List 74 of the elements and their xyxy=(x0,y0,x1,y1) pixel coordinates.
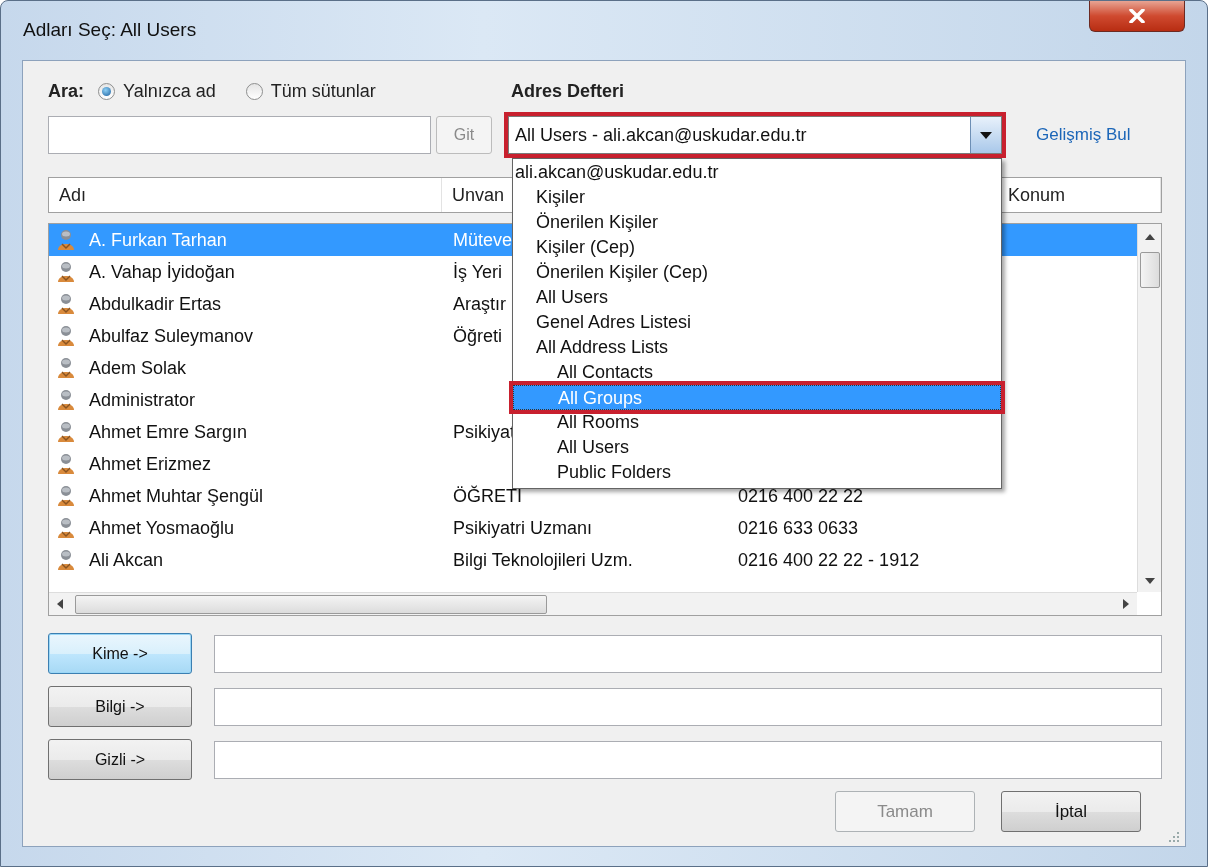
dropdown-option[interactable]: All Contacts xyxy=(513,360,1001,385)
resize-grip-icon[interactable] xyxy=(1169,832,1179,842)
contact-phone: 0216 400 22 22 - 1912 xyxy=(738,549,920,570)
dropdown-option[interactable]: Genel Adres Listesi xyxy=(513,310,1001,335)
vertical-scrollbar[interactable] xyxy=(1137,224,1161,592)
contact-name[interactable]: Administrator xyxy=(89,389,196,411)
advanced-find-link[interactable]: Gelişmiş Bul xyxy=(1036,116,1131,154)
recipient-field[interactable] xyxy=(214,634,1162,673)
dropdown-option[interactable]: Public Folders xyxy=(513,460,1001,485)
recipient-button[interactable]: Kime -> xyxy=(48,633,192,674)
scroll-up-icon[interactable] xyxy=(1144,234,1155,240)
contact-title: Araştır xyxy=(453,293,506,314)
scroll-left-icon[interactable] xyxy=(57,599,63,609)
recipient-field[interactable] xyxy=(214,740,1162,779)
person-icon xyxy=(57,485,75,507)
scrollbar-thumb[interactable] xyxy=(1139,252,1160,288)
dropdown-option[interactable]: ali.akcan@uskudar.edu.tr xyxy=(513,160,1001,185)
dropdown-option[interactable]: Önerilen Kişiler (Cep) xyxy=(513,260,1001,285)
contact-phone: 0216 633 0633 xyxy=(738,517,859,538)
search-label: Ara: xyxy=(48,80,84,102)
scroll-right-icon[interactable] xyxy=(1123,599,1129,609)
person-icon xyxy=(57,389,75,411)
dialog-button[interactable]: İptal xyxy=(1001,791,1141,832)
person-icon xyxy=(57,261,75,283)
close-icon xyxy=(1129,9,1145,23)
recipient-field[interactable] xyxy=(214,687,1162,726)
contact-name[interactable]: Ahmet Emre Sargın xyxy=(89,421,248,443)
dropdown-arrow-icon xyxy=(980,131,992,139)
contact-name[interactable]: Ali Akcan xyxy=(89,549,164,571)
person-icon xyxy=(57,453,75,475)
column-heading[interactable]: Konum xyxy=(1008,184,1066,206)
dropdown-option[interactable]: Kişiler (Cep) xyxy=(513,235,1001,260)
contact-name[interactable]: Abdulkadir Ertas xyxy=(89,293,222,315)
contact-title: Öğreti xyxy=(453,325,503,346)
dropdown-option[interactable]: Önerilen Kişiler xyxy=(513,210,1001,235)
contact-name[interactable]: Ahmet Yosmaoğlu xyxy=(89,517,235,539)
dropdown-option[interactable]: All Rooms xyxy=(513,410,1001,435)
dropdown-option[interactable]: All Users xyxy=(513,285,1001,310)
close-button[interactable] xyxy=(1089,1,1185,32)
dropdown-option[interactable]: All Address Lists xyxy=(513,335,1001,360)
person-icon xyxy=(57,549,75,571)
person-icon xyxy=(57,325,75,347)
address-book-label: Adres Defteri xyxy=(510,80,626,103)
column-heading[interactable]: Unvan xyxy=(452,184,505,206)
contact-name[interactable]: Ahmet Muhtar Şengül xyxy=(89,485,264,507)
radio-button[interactable] xyxy=(245,82,263,100)
person-icon xyxy=(57,229,75,251)
window-title: Adları Seç: All Users xyxy=(23,19,197,41)
column-heading[interactable]: Adı xyxy=(59,184,87,206)
person-icon xyxy=(57,517,75,539)
dropdown-option[interactable]: Kişiler xyxy=(513,185,1001,210)
radio-button[interactable] xyxy=(98,82,115,100)
scroll-down-icon[interactable] xyxy=(1144,578,1155,584)
contact-name[interactable]: Ahmet Erizmez xyxy=(89,453,212,475)
radio-label: Tüm sütunlar xyxy=(270,80,376,102)
contact-title: Psikiyatri Uzmanı xyxy=(453,517,593,538)
recipient-button[interactable]: Bilgi -> xyxy=(48,686,192,727)
person-icon xyxy=(57,293,75,315)
contact-title: Bilgi Teknolojileri Uzm. xyxy=(453,549,633,570)
scrollbar-thumb[interactable] xyxy=(75,594,547,614)
horizontal-scrollbar[interactable] xyxy=(49,592,1137,615)
recipient-button[interactable]: Gizli -> xyxy=(48,739,192,780)
contact-title: Müteve xyxy=(453,229,513,250)
contact-phone: 0216 400 22 22 xyxy=(738,485,864,506)
contact-title: ÖĞRETİ xyxy=(453,485,522,506)
dropdown-option[interactable]: All Users xyxy=(513,435,1001,460)
contact-name[interactable]: Adem Solak xyxy=(89,357,187,379)
person-icon xyxy=(57,357,75,379)
contact-name[interactable]: Abulfaz Suleymanov xyxy=(89,325,254,347)
contact-name[interactable]: A. Vahap İyidoğan xyxy=(89,261,235,283)
person-icon xyxy=(57,421,75,443)
radio-label: Yalnızca ad xyxy=(123,80,216,102)
contact-title: İş Yeri xyxy=(453,261,503,282)
search-field[interactable] xyxy=(48,116,431,154)
